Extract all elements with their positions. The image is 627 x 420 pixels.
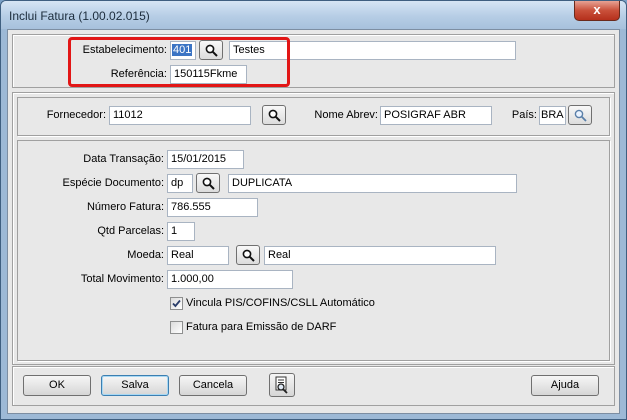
vincula-checkbox[interactable]	[170, 297, 183, 310]
fornecedor-label: Fornecedor:	[46, 109, 106, 121]
nome-abrev-field: POSIGRAF ABR	[380, 106, 492, 125]
ajuda-button[interactable]: Ajuda	[531, 375, 599, 396]
qtd-parcelas-input[interactable]: 1	[167, 222, 195, 241]
nome-abrev-label: Nome Abrev:	[314, 109, 378, 121]
search-icon	[242, 249, 255, 262]
total-movimento-input[interactable]: 1.000,00	[167, 270, 293, 289]
especie-zoom-button[interactable]	[196, 173, 220, 193]
pais-label: País:	[511, 109, 537, 121]
especie-desc-field: DUPLICATA	[228, 174, 517, 193]
footer-panel: OK Salva Cancela Ajuda	[12, 366, 615, 406]
data-transacao-input[interactable]: 15/01/2015	[167, 150, 244, 169]
document-search-icon	[275, 376, 288, 394]
total-movimento-label: Total Movimento:	[80, 273, 164, 285]
darf-checkbox[interactable]	[170, 321, 183, 334]
salva-button[interactable]: Salva	[101, 375, 169, 396]
especie-documento-label: Espécie Documento:	[62, 177, 165, 189]
data-transacao-label: Data Transação:	[83, 153, 164, 165]
title-bar[interactable]: Inclui Fatura (1.00.02.015) x	[1, 1, 626, 29]
details-group: Data Transação: 15/01/2015 Espécie Docum…	[17, 140, 610, 361]
dialog-window: Inclui Fatura (1.00.02.015) x Estabeleci…	[0, 0, 627, 420]
pais-zoom-button[interactable]	[568, 105, 592, 125]
attachment-button[interactable]	[269, 373, 295, 397]
search-icon	[574, 109, 587, 122]
search-icon	[268, 109, 281, 122]
highlight-annotation	[68, 37, 290, 87]
main-panel: Fornecedor: 11012 Nome Abrev: POSIGRAF A…	[12, 92, 615, 365]
checkmark-icon	[172, 299, 181, 308]
moeda-zoom-button[interactable]	[236, 245, 260, 265]
fornecedor-input[interactable]: 11012	[109, 106, 251, 125]
cancela-button[interactable]: Cancela	[179, 375, 247, 396]
search-icon	[202, 177, 215, 190]
close-button[interactable]: x	[574, 1, 620, 21]
window-title: Inclui Fatura (1.00.02.015)	[9, 9, 150, 23]
numero-fatura-label: Número Fatura:	[86, 201, 164, 213]
fornecedor-zoom-button[interactable]	[262, 105, 286, 125]
moeda-label: Moeda:	[127, 249, 164, 261]
moeda-desc-field: Real	[264, 246, 496, 265]
especie-documento-input[interactable]: dp	[167, 174, 193, 193]
pais-input[interactable]: BRA	[539, 106, 566, 125]
fornecedor-group: Fornecedor: 11012 Nome Abrev: POSIGRAF A…	[17, 97, 610, 136]
numero-fatura-input[interactable]: 786.555	[167, 198, 258, 217]
ok-button[interactable]: OK	[23, 375, 91, 396]
moeda-input[interactable]: Real	[167, 246, 229, 265]
vincula-label: Vincula PIS/COFINS/CSLL Automático	[186, 297, 375, 309]
qtd-parcelas-label: Qtd Parcelas:	[97, 225, 164, 237]
darf-label: Fatura para Emissão de DARF	[186, 321, 337, 333]
